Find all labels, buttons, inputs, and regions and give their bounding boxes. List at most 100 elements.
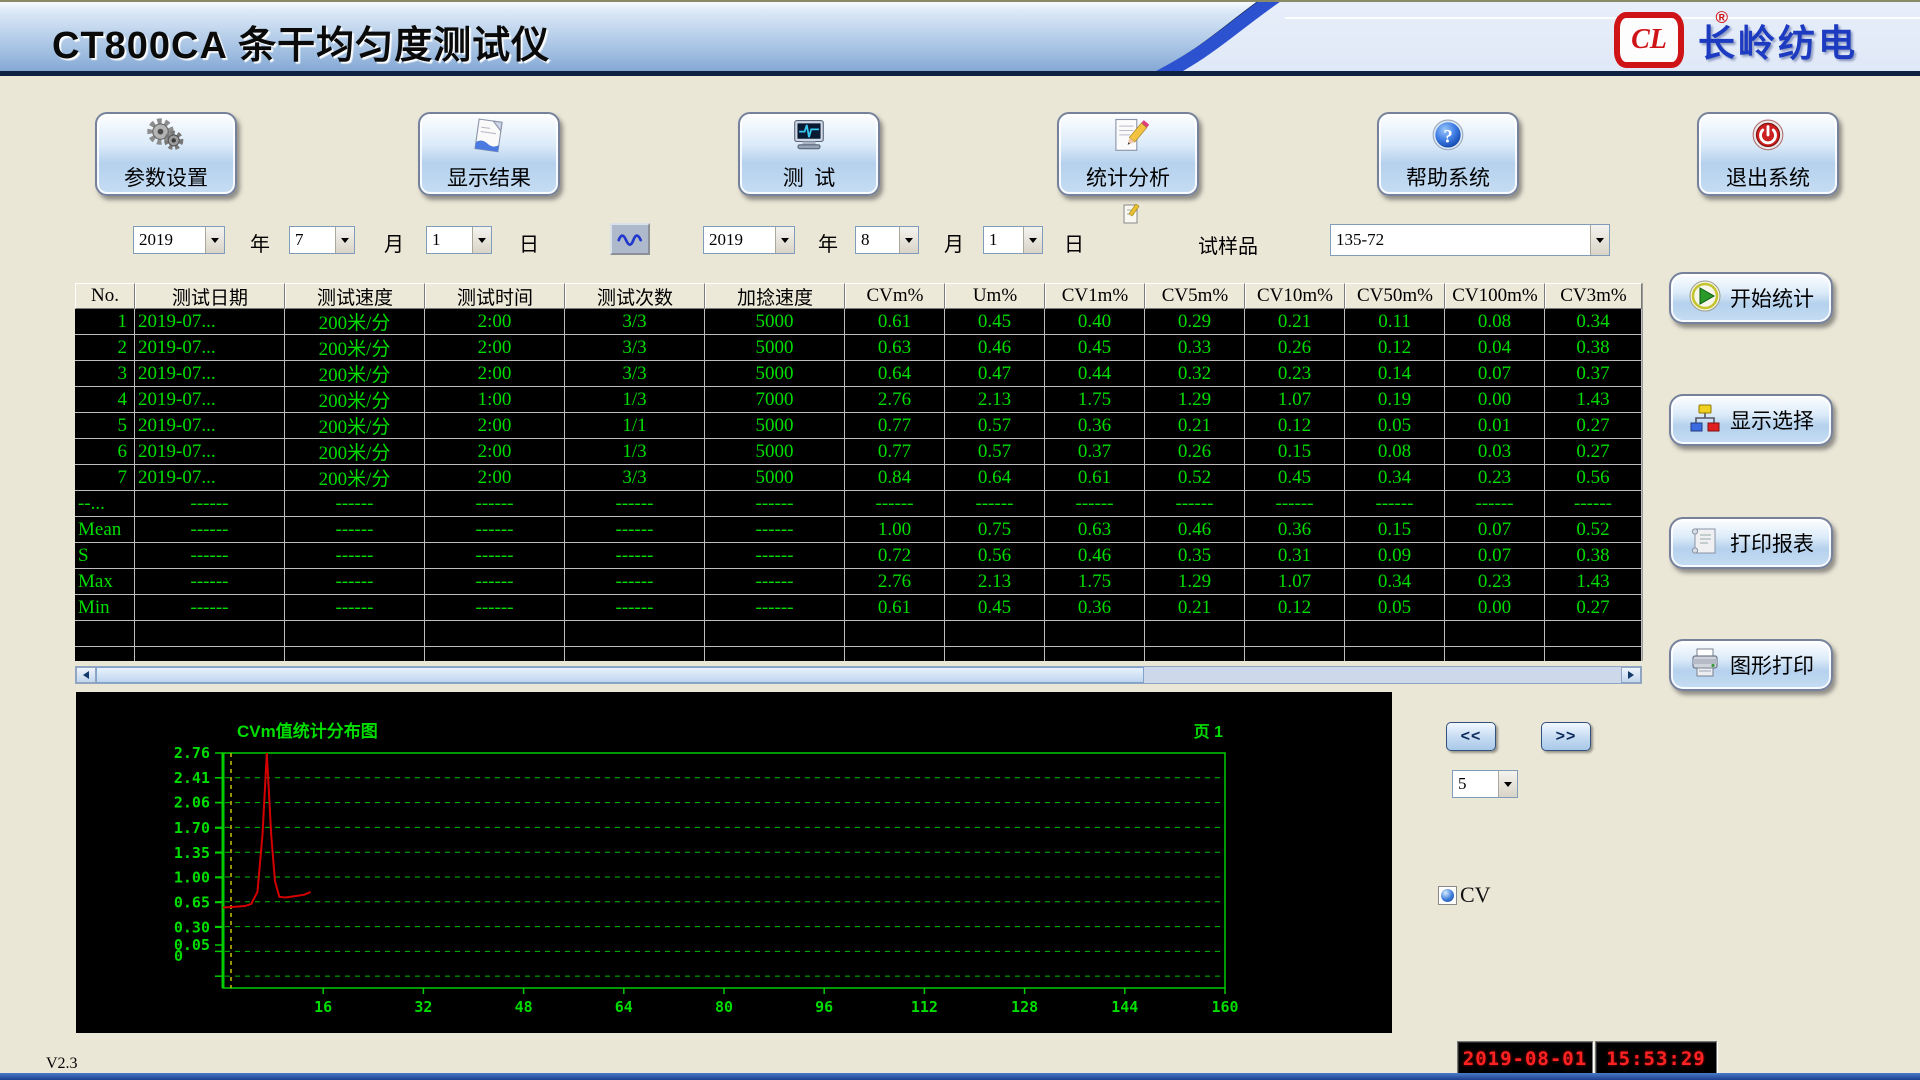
header-divider bbox=[0, 71, 1920, 76]
table-cell: 0.23 bbox=[1445, 465, 1545, 491]
display-select-label: 显示选择 bbox=[1730, 405, 1814, 435]
dropdown-arrow-icon bbox=[335, 227, 354, 253]
table-cell: 0.15 bbox=[1245, 439, 1345, 465]
table-cell bbox=[1445, 647, 1545, 661]
hierarchy-icon bbox=[1688, 401, 1722, 440]
table-horizontal-scrollbar bbox=[75, 666, 1642, 684]
end-day-select[interactable]: 1 bbox=[983, 226, 1043, 254]
table-cell bbox=[1245, 621, 1345, 647]
column-header: CV1m% bbox=[1045, 283, 1145, 309]
table-cell: ------ bbox=[135, 491, 285, 517]
table-cell: 0.52 bbox=[1145, 465, 1245, 491]
table-cell: ------ bbox=[565, 543, 705, 569]
table-row[interactable]: Mean------------------------------1.000.… bbox=[75, 517, 1642, 543]
table-row[interactable]: 12019-07...200米/分2:003/350000.610.450.40… bbox=[75, 309, 1642, 335]
start-statistics-button[interactable]: 开始统计 bbox=[1669, 272, 1833, 324]
table-row[interactable]: Max------------------------------2.762.1… bbox=[75, 569, 1642, 595]
table-cell: 0.61 bbox=[845, 309, 945, 335]
start-month-select[interactable]: 7 bbox=[289, 226, 355, 254]
table-cell: 0.56 bbox=[1545, 465, 1642, 491]
svg-text:48: 48 bbox=[515, 998, 533, 1016]
table-cell: 0.12 bbox=[1245, 595, 1345, 621]
table-cell: ------ bbox=[705, 595, 845, 621]
help-button[interactable]: ? 帮助系统 bbox=[1377, 112, 1519, 196]
end-year-select[interactable]: 2019 bbox=[703, 226, 795, 254]
table-row[interactable]: 42019-07...200米/分1:001/370002.762.131.75… bbox=[75, 387, 1642, 413]
start-statistics-label: 开始统计 bbox=[1730, 283, 1814, 313]
table-cell: ------ bbox=[705, 491, 845, 517]
table-row[interactable] bbox=[75, 621, 1642, 647]
column-header: CV3m% bbox=[1545, 283, 1642, 309]
scrollbar-thumb[interactable] bbox=[96, 667, 1144, 683]
table-cell bbox=[135, 647, 285, 661]
table-cell: ------ bbox=[135, 517, 285, 543]
table-row[interactable]: 52019-07...200米/分2:001/150000.770.570.36… bbox=[75, 413, 1642, 439]
table-cell: 2.76 bbox=[845, 387, 945, 413]
table-cell: 1.43 bbox=[1545, 387, 1642, 413]
svg-text:144: 144 bbox=[1111, 998, 1138, 1016]
table-cell: 0.12 bbox=[1245, 413, 1345, 439]
table-row[interactable]: 72019-07...200米/分2:003/350000.840.640.61… bbox=[75, 465, 1642, 491]
table-cell: 2:00 bbox=[425, 439, 565, 465]
print-report-label: 打印报表 bbox=[1730, 528, 1814, 558]
table-row[interactable]: 32019-07...200米/分2:003/350000.640.470.44… bbox=[75, 361, 1642, 387]
table-cell: ------ bbox=[705, 543, 845, 569]
print-graphic-button[interactable]: 图形打印 bbox=[1669, 639, 1833, 691]
params-button[interactable]: 参数设置 bbox=[95, 112, 237, 196]
cv-checkbox[interactable] bbox=[1438, 886, 1457, 905]
table-cell: 2019-07... bbox=[135, 465, 285, 491]
table-cell bbox=[285, 621, 425, 647]
table-row[interactable]: 62019-07...200米/分2:001/350000.770.570.37… bbox=[75, 439, 1642, 465]
table-cell: Min bbox=[75, 595, 135, 621]
test-button-label: 测 试 bbox=[783, 162, 836, 192]
table-cell: 0.61 bbox=[1045, 465, 1145, 491]
svg-text:160: 160 bbox=[1211, 998, 1238, 1016]
question-icon: ? bbox=[1426, 116, 1470, 161]
start-day-select[interactable]: 1 bbox=[426, 226, 492, 254]
exit-button[interactable]: 退出系统 bbox=[1697, 112, 1839, 196]
gears-icon bbox=[144, 116, 188, 161]
svg-text:64: 64 bbox=[615, 998, 633, 1016]
scroll-left-arrow[interactable] bbox=[76, 667, 96, 683]
table-row[interactable] bbox=[75, 647, 1642, 661]
table-cell: 200米/分 bbox=[285, 387, 425, 413]
table-cell: 3/3 bbox=[565, 335, 705, 361]
page-size-select[interactable]: 5 bbox=[1452, 770, 1518, 798]
test-button[interactable]: 测 试 bbox=[738, 112, 880, 196]
table-cell: ------ bbox=[425, 517, 565, 543]
print-report-button[interactable]: 打印报表 bbox=[1669, 517, 1833, 569]
table-cell: 0.08 bbox=[1345, 439, 1445, 465]
window-bottom-edge bbox=[0, 1073, 1920, 1080]
stats-button[interactable]: 统计分析 bbox=[1057, 112, 1199, 196]
table-cell: ------ bbox=[565, 491, 705, 517]
prev-page-button[interactable]: << bbox=[1446, 722, 1496, 751]
table-row[interactable]: --...-----------------------------------… bbox=[75, 491, 1642, 517]
table-cell: 0.11 bbox=[1345, 309, 1445, 335]
start-year-select[interactable]: 2019 bbox=[133, 226, 225, 254]
table-cell: 0.57 bbox=[945, 413, 1045, 439]
table-cell: 5000 bbox=[705, 335, 845, 361]
table-row[interactable]: Min------------------------------0.610.4… bbox=[75, 595, 1642, 621]
table-cell: --... bbox=[75, 491, 135, 517]
table-cell: 1/3 bbox=[565, 387, 705, 413]
table-cell: 0.61 bbox=[845, 595, 945, 621]
column-header: CV10m% bbox=[1245, 283, 1345, 309]
scroll-right-arrow[interactable] bbox=[1621, 667, 1641, 683]
table-cell: 0.77 bbox=[845, 439, 945, 465]
table-cell: 0.64 bbox=[945, 465, 1045, 491]
table-cell: 5000 bbox=[705, 413, 845, 439]
scrollbar-track[interactable] bbox=[1144, 667, 1621, 683]
table-cell bbox=[945, 621, 1045, 647]
sample-select[interactable]: 135-72 bbox=[1330, 224, 1610, 256]
help-button-label: 帮助系统 bbox=[1406, 162, 1490, 192]
table-row[interactable]: S------------------------------0.720.560… bbox=[75, 543, 1642, 569]
end-month-select[interactable]: 8 bbox=[855, 226, 919, 254]
svg-text:2.76: 2.76 bbox=[174, 744, 210, 762]
table-row[interactable]: 22019-07...200米/分2:003/350000.630.460.45… bbox=[75, 335, 1642, 361]
next-page-button[interactable]: >> bbox=[1541, 722, 1591, 751]
table-cell: 2:00 bbox=[425, 335, 565, 361]
monitor-icon bbox=[787, 116, 831, 161]
results-button[interactable]: 显示结果 bbox=[418, 112, 560, 196]
svg-text:?: ? bbox=[1443, 127, 1452, 148]
display-select-button[interactable]: 显示选择 bbox=[1669, 394, 1833, 446]
